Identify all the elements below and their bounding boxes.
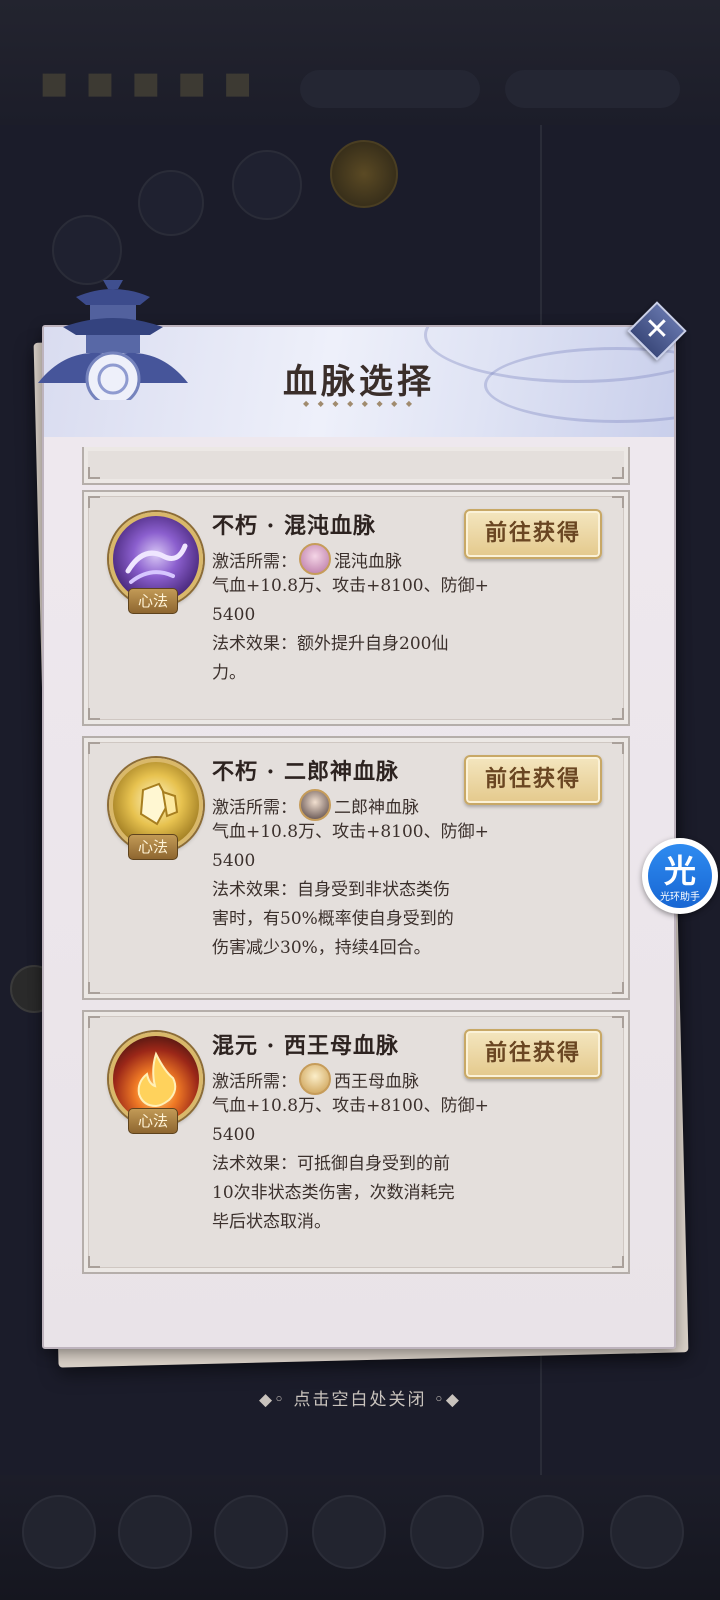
background-tab	[118, 1495, 192, 1569]
stats-line: 5400	[212, 605, 256, 625]
title-ornament: ◆ ◆ ◆ ◆ ◆ ◆ ◆ ◆	[302, 399, 416, 408]
background-tab	[610, 1495, 684, 1569]
background-node	[330, 140, 398, 208]
effect-line: 毕后状态取消。	[212, 1212, 331, 1232]
goto-obtain-button[interactable]: 前往获得	[464, 755, 602, 805]
card-corner	[88, 1016, 100, 1028]
character-avatar-icon	[299, 1063, 331, 1095]
halo-helper-button[interactable]: 光 光环助手	[642, 838, 718, 914]
effect-line: 法术效果：自身受到非状态类伤	[212, 880, 450, 900]
stats-line: 气血+10.8万、攻击+8100、防御+	[212, 822, 489, 842]
card-corner	[88, 496, 100, 508]
activation-requirement: 激活所需： 西王母血脉	[212, 1063, 419, 1095]
card-corner	[88, 708, 100, 720]
background-tab	[214, 1495, 288, 1569]
character-avatar-icon	[299, 789, 331, 821]
requirement-item: 二郎神血脉	[334, 797, 419, 818]
effect-line: 力。	[212, 663, 246, 683]
card-corner	[612, 708, 624, 720]
card-corner	[612, 467, 624, 479]
activation-requirement: 激活所需： 二郎神血脉	[212, 789, 419, 821]
effect-line: 害时，有50%概率使自身受到的	[212, 909, 454, 929]
bloodline-name: 不朽 · 二郎神血脉	[212, 759, 399, 785]
effect-line: 伤害减少30%，持续4回合。	[212, 938, 431, 958]
effect-line: 法术效果：可抵御自身受到的前	[212, 1154, 450, 1174]
bloodline-card: 心法 不朽 · 二郎神血脉 前往获得 激活所需： 二郎神血脉 气血+10.8万、…	[82, 736, 630, 1000]
effect-line: 10次非状态类伤害，次数消耗完	[212, 1183, 455, 1203]
partial-card	[82, 447, 630, 485]
requirement-label: 激活所需：	[212, 797, 297, 818]
close-hint[interactable]: ◆◦ 点击空白处关闭 ◦◆	[0, 1385, 720, 1410]
stats-line: 气血+10.8万、攻击+8100、防御+	[212, 1096, 489, 1116]
stats-line: 5400	[212, 851, 256, 871]
bloodline-card: 心法 不朽 · 混沌血脉 前往获得 激活所需： 混沌血脉 气血+10.8万、攻击…	[82, 490, 630, 726]
hint-ornament: ◆◦	[258, 1390, 294, 1410]
card-corner	[88, 467, 100, 479]
requirement-label: 激活所需：	[212, 551, 297, 572]
card-corner	[612, 1256, 624, 1268]
bloodline-name: 混元 · 西王母血脉	[212, 1033, 399, 1059]
background-tab	[312, 1495, 386, 1569]
helper-label: 光环助手	[660, 892, 700, 903]
bloodline-modal: 血脉选择 ◆ ◆ ◆ ◆ ◆ ◆ ◆ ◆ 心法 不朽 · 混沌血脉 前往获得 激…	[42, 325, 676, 1349]
hint-ornament: ◦◆	[426, 1390, 462, 1410]
bloodline-description: 气血+10.8万、攻击+8100、防御+ 5400 法术效果：自身受到非状态类伤…	[212, 818, 512, 963]
close-button[interactable]: ✕	[636, 310, 678, 352]
requirement-item: 混沌血脉	[334, 551, 402, 572]
card-corner	[612, 742, 624, 754]
card-corner	[88, 1256, 100, 1268]
background-tab	[510, 1495, 584, 1569]
xinfa-tag: 心法	[128, 834, 178, 860]
background-resource-1	[300, 70, 480, 108]
stats-line: 5400	[212, 1125, 256, 1145]
pavilion-ornament-icon	[38, 280, 188, 400]
card-corner	[88, 742, 100, 754]
helper-glyph: 光	[663, 852, 696, 890]
stats-line: 气血+10.8万、攻击+8100、防御+	[212, 576, 489, 596]
goto-obtain-button[interactable]: 前往获得	[464, 509, 602, 559]
background-tab	[22, 1495, 96, 1569]
bloodline-name: 不朽 · 混沌血脉	[212, 513, 376, 539]
activation-requirement: 激活所需： 混沌血脉	[212, 543, 402, 575]
card-corner	[612, 496, 624, 508]
bloodline-description: 气血+10.8万、攻击+8100、防御+ 5400 法术效果：额外提升自身200…	[212, 572, 512, 688]
background-node	[232, 150, 302, 220]
card-corner	[612, 982, 624, 994]
effect-line: 法术效果：额外提升自身200仙	[212, 634, 449, 654]
card-corner	[612, 1016, 624, 1028]
close-hint-text: 点击空白处关闭	[293, 1390, 427, 1410]
background-title: ■ ■ ■ ■ ■	[40, 66, 256, 101]
bloodline-description: 气血+10.8万、攻击+8100、防御+ 5400 法术效果：可抵御自身受到的前…	[212, 1092, 512, 1237]
xinfa-tag: 心法	[128, 1108, 178, 1134]
character-avatar-icon	[299, 543, 331, 575]
goto-obtain-button[interactable]: 前往获得	[464, 1029, 602, 1079]
requirement-item: 西王母血脉	[334, 1071, 419, 1092]
background-node	[138, 170, 204, 236]
card-corner	[88, 982, 100, 994]
background-tab	[410, 1495, 484, 1569]
xinfa-tag: 心法	[128, 588, 178, 614]
bloodline-card: 心法 混元 · 西王母血脉 前往获得 激活所需： 西王母血脉 气血+10.8万、…	[82, 1010, 630, 1274]
requirement-label: 激活所需：	[212, 1071, 297, 1092]
background-resource-2	[505, 70, 680, 108]
